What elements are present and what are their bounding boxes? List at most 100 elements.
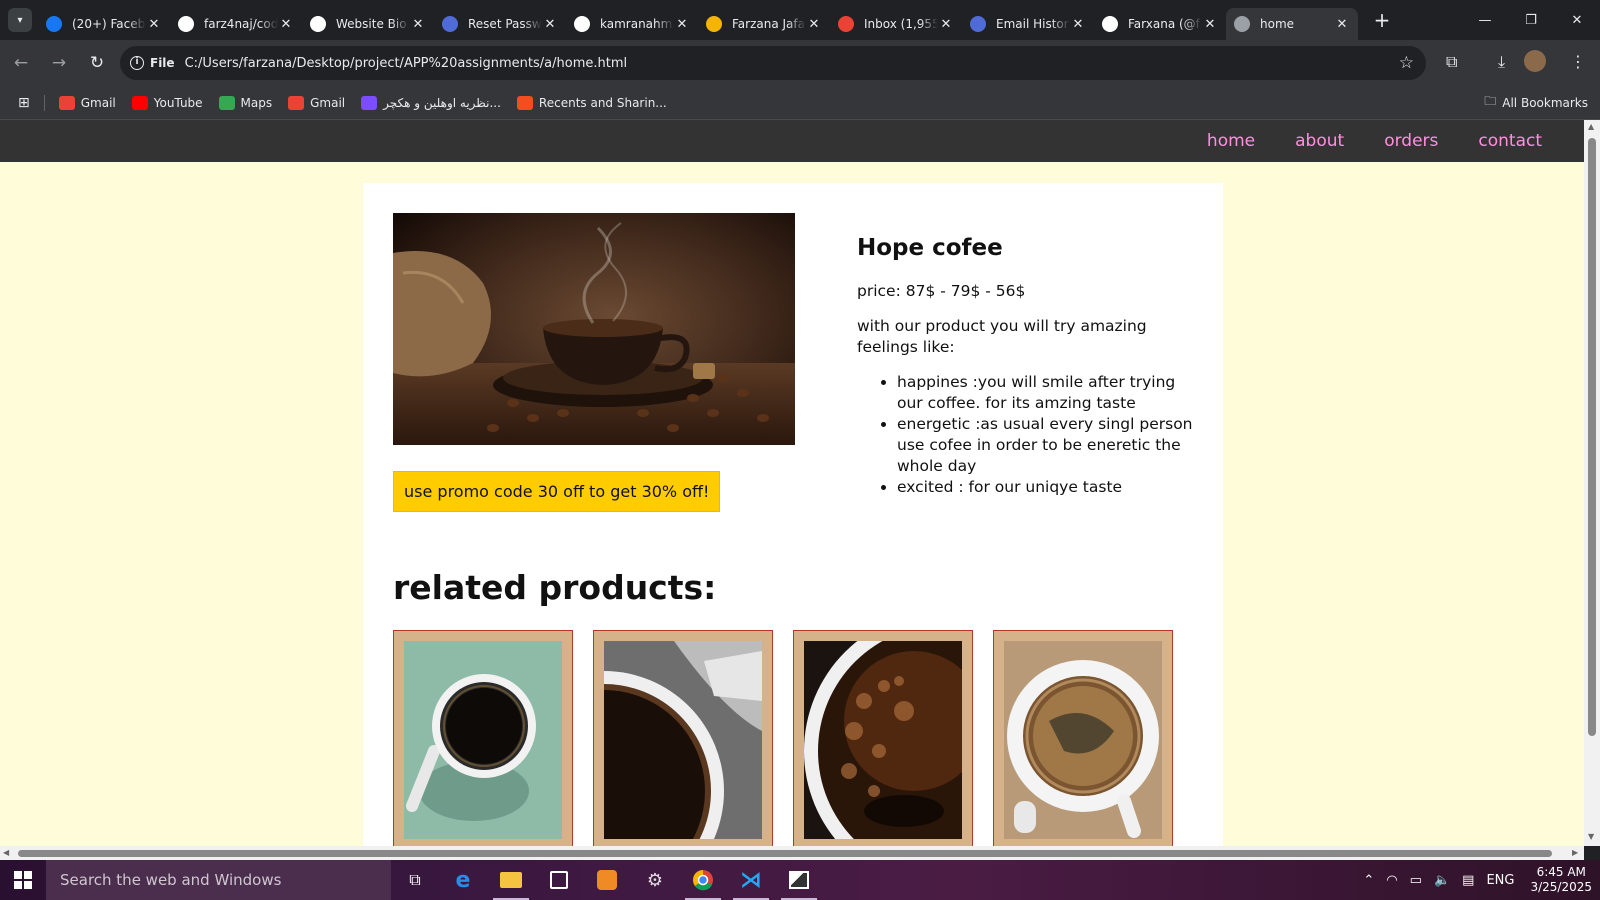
windows-taskbar: Search the web and Windows ⧉ e ⚙ ⋊ ⌃ ◠ ▭… (0, 860, 1600, 900)
related-products-heading: related products: (393, 568, 717, 607)
back-button[interactable]: ← (4, 46, 38, 80)
nav-about[interactable]: about (1295, 131, 1344, 151)
tab-search-button[interactable]: ▾ (8, 8, 32, 32)
related-product-card[interactable] (793, 630, 973, 846)
star-icon[interactable]: ☆ (1399, 53, 1414, 73)
site-info-chip[interactable]: i File (130, 56, 175, 70)
facebook-icon (46, 16, 62, 32)
reload-button[interactable]: ↻ (80, 46, 114, 80)
tab-1[interactable]: farz4naj/code ✕ (170, 8, 302, 40)
chrome-app[interactable] (679, 860, 727, 900)
notification-icon[interactable]: ▤ (1462, 873, 1474, 888)
media-app[interactable] (583, 860, 631, 900)
close-tab-icon[interactable]: ✕ (938, 17, 954, 32)
clock[interactable]: 6:45 AM 3/25/2025 (1530, 865, 1592, 895)
product-image (804, 641, 962, 839)
nav-contact[interactable]: contact (1478, 131, 1542, 151)
related-product-card[interactable] (593, 630, 773, 846)
tab-label: Reset Password (468, 17, 542, 31)
close-tab-icon[interactable]: ✕ (410, 17, 426, 32)
close-window-button[interactable]: ✕ (1554, 0, 1600, 40)
tab-label: Inbox (1,955) (864, 17, 938, 31)
address-bar[interactable]: i File C:/Users/farzana/Desktop/project/… (120, 46, 1426, 80)
close-tab-icon[interactable]: ✕ (674, 17, 690, 32)
tab-icon (442, 16, 458, 32)
minimize-button[interactable]: — (1462, 0, 1508, 40)
taskbar-search-box[interactable]: Search the web and Windows (46, 860, 391, 900)
chevron-up-icon[interactable]: ⌃ (1363, 873, 1374, 888)
task-view-button[interactable]: ⧉ (391, 860, 439, 900)
tab-8[interactable]: Farxana (@f ✕ (1094, 8, 1226, 40)
bookmark-item[interactable]: Gmail (58, 95, 116, 110)
profile-avatar[interactable] (1524, 50, 1546, 72)
close-tab-icon[interactable]: ✕ (146, 17, 162, 32)
scroll-left-icon[interactable]: ◀ (3, 848, 9, 857)
horizontal-scrollbar[interactable]: ◀ ▶ (0, 846, 1584, 860)
nav-orders[interactable]: orders (1384, 131, 1438, 151)
scroll-thumb[interactable] (18, 850, 1552, 857)
related-product-card[interactable] (393, 630, 573, 846)
tab-icon (970, 16, 986, 32)
bookmark-item[interactable]: Maps (218, 95, 273, 110)
photos-app[interactable] (775, 860, 823, 900)
slides-icon (706, 16, 722, 32)
list-item: energetic :as usual every singl person u… (897, 414, 1197, 477)
close-tab-icon[interactable]: ✕ (1070, 17, 1086, 32)
scroll-up-icon[interactable]: ▲ (1588, 122, 1594, 131)
bookmark-favicon (58, 95, 75, 110)
scroll-down-icon[interactable]: ▼ (1588, 832, 1594, 841)
menu-icon[interactable]: ⋮ (1570, 52, 1586, 71)
scroll-right-icon[interactable]: ▶ (1572, 848, 1578, 857)
wifi-icon[interactable]: ◠ (1386, 873, 1397, 888)
start-button[interactable] (0, 860, 46, 900)
close-tab-icon[interactable]: ✕ (278, 17, 294, 32)
tab-9[interactable]: home ✕ (1226, 8, 1358, 40)
bookmark-item[interactable]: Recents and Sharin... (516, 95, 667, 110)
bookmark-item[interactable]: نظریه اوهلین و هکچر... (361, 95, 501, 110)
file-explorer-app[interactable] (487, 860, 535, 900)
download-icon[interactable]: ⤓ (1498, 52, 1505, 72)
store-app[interactable] (535, 860, 583, 900)
url-text[interactable]: C:/Users/farzana/Desktop/project/APP%20a… (185, 56, 628, 71)
vertical-scrollbar[interactable]: ▲ ▼ (1584, 120, 1600, 846)
vscode-app[interactable]: ⋊ (727, 860, 775, 900)
forward-button[interactable]: → (42, 46, 76, 80)
gmail-icon (838, 16, 854, 32)
chevron-down-icon: ▾ (17, 14, 23, 26)
language-indicator[interactable]: ENG (1486, 873, 1514, 888)
tab-label: Email History (996, 17, 1070, 31)
battery-icon[interactable]: ▭ (1410, 873, 1422, 888)
tab-2[interactable]: Website Bio ✕ (302, 8, 434, 40)
apps-grid-icon[interactable]: ⊞ (18, 95, 30, 111)
tools-icon: ⚙ (646, 869, 664, 891)
close-tab-icon[interactable]: ✕ (1202, 17, 1218, 32)
tab-label: home (1260, 17, 1295, 31)
github-icon (178, 16, 194, 32)
bookmark-label: Maps (240, 95, 273, 110)
close-tab-icon[interactable]: ✕ (1334, 17, 1350, 32)
close-tab-icon[interactable]: ✕ (542, 17, 558, 32)
globe-icon (1234, 16, 1250, 32)
bookmark-item[interactable]: Gmail (288, 95, 345, 110)
close-tab-icon[interactable]: ✕ (806, 17, 822, 32)
bookmark-item[interactable]: YouTube (131, 95, 203, 110)
extensions-icon[interactable]: ⧉ (1446, 52, 1457, 72)
tab-4[interactable]: kamranahmad✕ (566, 8, 698, 40)
scroll-thumb[interactable] (1588, 138, 1596, 736)
product-intro: with our product you will try amazing fe… (857, 317, 1147, 356)
new-tab-button[interactable]: + (1368, 8, 1396, 32)
tools-app[interactable]: ⚙ (631, 860, 679, 900)
all-bookmarks-button[interactable]: 🗀 All Bookmarks (1484, 92, 1588, 113)
edge-app[interactable]: e (439, 860, 487, 900)
photos-icon (789, 871, 809, 889)
tab-5[interactable]: Farzana Jafari ✕ (698, 8, 830, 40)
volume-icon[interactable]: 🔈 (1434, 873, 1450, 888)
related-product-card[interactable] (993, 630, 1173, 846)
tab-0[interactable]: (20+) Facebook✕ (38, 8, 170, 40)
tab-strip: ▾ (20+) Facebook✕farz4naj/code✕Website B… (0, 0, 1600, 40)
tab-7[interactable]: Email History ✕ (962, 8, 1094, 40)
tab-3[interactable]: Reset Password✕ (434, 8, 566, 40)
restore-button[interactable]: ❐ (1508, 0, 1554, 40)
nav-home[interactable]: home (1207, 131, 1255, 151)
tab-6[interactable]: Inbox (1,955) ✕ (830, 8, 962, 40)
